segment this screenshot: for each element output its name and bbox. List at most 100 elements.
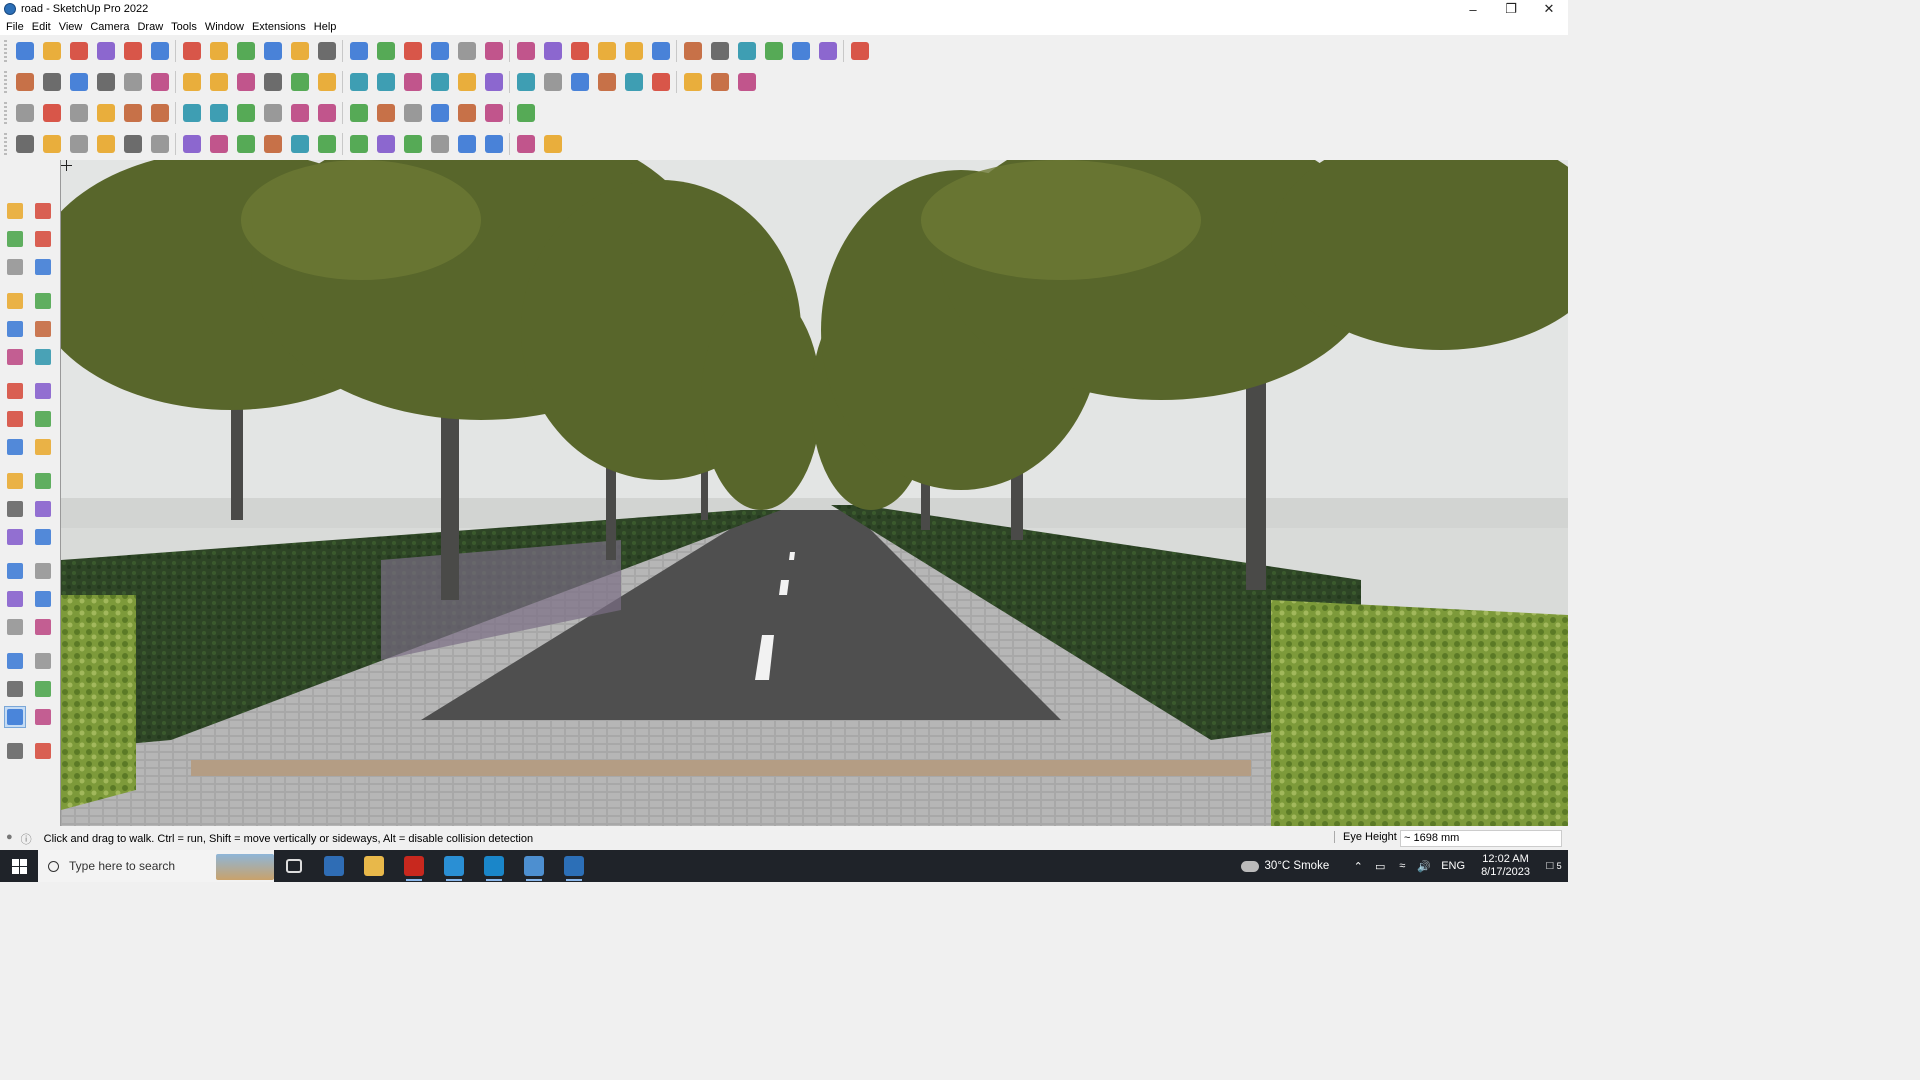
axes-tool-button[interactable] (4, 560, 26, 582)
line-tool-button[interactable] (4, 290, 26, 312)
rectangle-button[interactable] (146, 38, 173, 64)
top-view-button[interactable] (38, 69, 65, 95)
line-tool-button[interactable] (11, 131, 38, 157)
curviloft-button[interactable] (205, 131, 232, 157)
position-camera-tool-button[interactable] (4, 678, 26, 700)
rotate-button[interactable] (259, 38, 286, 64)
volume-icon[interactable]: 🔊 (1417, 860, 1431, 873)
fillet-button[interactable] (733, 69, 760, 95)
push-pull-tool-button[interactable] (4, 408, 26, 430)
clock[interactable]: 12:02 AM 8/17/2023 (1481, 853, 1530, 879)
active-component-button[interactable] (92, 100, 119, 126)
tape-measure-tool-button[interactable] (4, 498, 26, 520)
wifi-icon[interactable]: ≈ (1395, 860, 1409, 872)
flip-button[interactable] (760, 38, 787, 64)
curve-button[interactable] (566, 69, 593, 95)
display-section-button[interactable] (539, 38, 566, 64)
chevron-up-icon[interactable]: ⌃ (1351, 860, 1365, 873)
array-button[interactable] (399, 100, 426, 126)
layers-tool-button[interactable] (32, 740, 54, 762)
drape-button[interactable] (733, 38, 760, 64)
rotate-tool-button[interactable] (4, 436, 26, 458)
solid-tools-button[interactable] (92, 69, 119, 95)
window-button[interactable] (512, 69, 539, 95)
offset-tool-button[interactable] (32, 470, 54, 492)
menu-window[interactable]: Window (205, 21, 250, 33)
protractor-tool-button[interactable] (4, 526, 26, 548)
pencil-line-button[interactable] (92, 38, 119, 64)
bezier-tool-button[interactable] (38, 131, 65, 157)
cut-button[interactable] (480, 100, 507, 126)
notification-button[interactable]: □ 5 (1540, 860, 1568, 872)
geo-location-icon[interactable]: ● (6, 831, 13, 847)
pan-tool-button[interactable] (32, 588, 54, 610)
menu-draw[interactable]: Draw (137, 21, 169, 33)
extrude-button[interactable] (259, 131, 286, 157)
face-button[interactable] (11, 100, 38, 126)
extension-warehouse-button[interactable] (679, 38, 706, 64)
explode-button[interactable] (345, 100, 372, 126)
tape-measure-button[interactable] (313, 38, 340, 64)
split-button[interactable] (205, 69, 232, 95)
arc-tools-button[interactable] (679, 69, 706, 95)
menu-tools[interactable]: Tools (171, 21, 203, 33)
house-button[interactable] (399, 69, 426, 95)
mirror-button[interactable] (426, 100, 453, 126)
ellipse-button[interactable] (647, 69, 674, 95)
previous-view-tool-button[interactable] (32, 650, 54, 672)
push-pull-button[interactable] (178, 38, 205, 64)
rotated-rectangle-tool-button[interactable] (32, 318, 54, 340)
3d-text-tool-button[interactable] (32, 560, 54, 582)
fredo-scale-button[interactable] (119, 131, 146, 157)
polygon-button[interactable] (620, 69, 647, 95)
material-button[interactable] (65, 131, 92, 157)
look-around-tool-button[interactable] (32, 678, 54, 700)
spline-button[interactable] (706, 69, 733, 95)
taskbar-search[interactable]: Type here to search (38, 850, 274, 882)
fill-button[interactable] (512, 100, 539, 126)
paint-bucket-tool-button[interactable] (4, 228, 26, 250)
sketchup-layout-taskbar-button[interactable] (434, 850, 474, 882)
warehouse-button[interactable] (647, 38, 674, 64)
menu-extensions[interactable]: Extensions (252, 21, 312, 33)
group-button[interactable] (119, 100, 146, 126)
toolbar-grip[interactable] (4, 40, 7, 62)
zoom-extents-tool-button[interactable] (4, 650, 26, 672)
sandbox-tool-button[interactable] (4, 740, 26, 762)
arc-tool-button[interactable] (4, 380, 26, 402)
styles-button[interactable] (593, 38, 620, 64)
stretch-button[interactable] (453, 131, 480, 157)
intersect-button[interactable] (787, 38, 814, 64)
calculator-taskbar-button[interactable] (314, 850, 354, 882)
weld-button[interactable] (313, 100, 340, 126)
sketchup-taskbar-button[interactable] (554, 850, 594, 882)
bezier-button[interactable] (593, 69, 620, 95)
spiral-button[interactable] (480, 131, 507, 157)
profile-button[interactable] (259, 100, 286, 126)
trim-button[interactable] (178, 69, 205, 95)
menu-camera[interactable]: Camera (90, 21, 135, 33)
door-button[interactable] (480, 69, 507, 95)
text-tool-button[interactable] (32, 526, 54, 548)
skin-button[interactable] (232, 131, 259, 157)
curve-select-button[interactable] (286, 100, 313, 126)
minimize-button[interactable]: – (1454, 0, 1492, 18)
scale-tool-button[interactable] (372, 100, 399, 126)
red-cube-button[interactable] (146, 100, 173, 126)
circle-tool-button[interactable] (4, 346, 26, 368)
zoom-window-button[interactable] (480, 38, 507, 64)
pencil-tool-button[interactable] (32, 256, 54, 278)
menu-file[interactable]: File (6, 21, 30, 33)
eraser-tool-button[interactable] (32, 228, 54, 250)
restore-button[interactable]: ❐ (1492, 0, 1530, 18)
undo-button[interactable] (814, 38, 841, 64)
wall-button[interactable] (453, 69, 480, 95)
language-indicator[interactable]: ENG (1441, 860, 1465, 872)
section-plane-tool-button[interactable] (32, 706, 54, 728)
orbit-button[interactable] (399, 38, 426, 64)
lathe-button[interactable] (286, 131, 313, 157)
toolbar-grip[interactable] (4, 71, 7, 93)
display-icon[interactable]: ▭ (1373, 860, 1387, 873)
dimension-tool-button[interactable] (32, 498, 54, 520)
sandbox-button[interactable] (706, 38, 733, 64)
